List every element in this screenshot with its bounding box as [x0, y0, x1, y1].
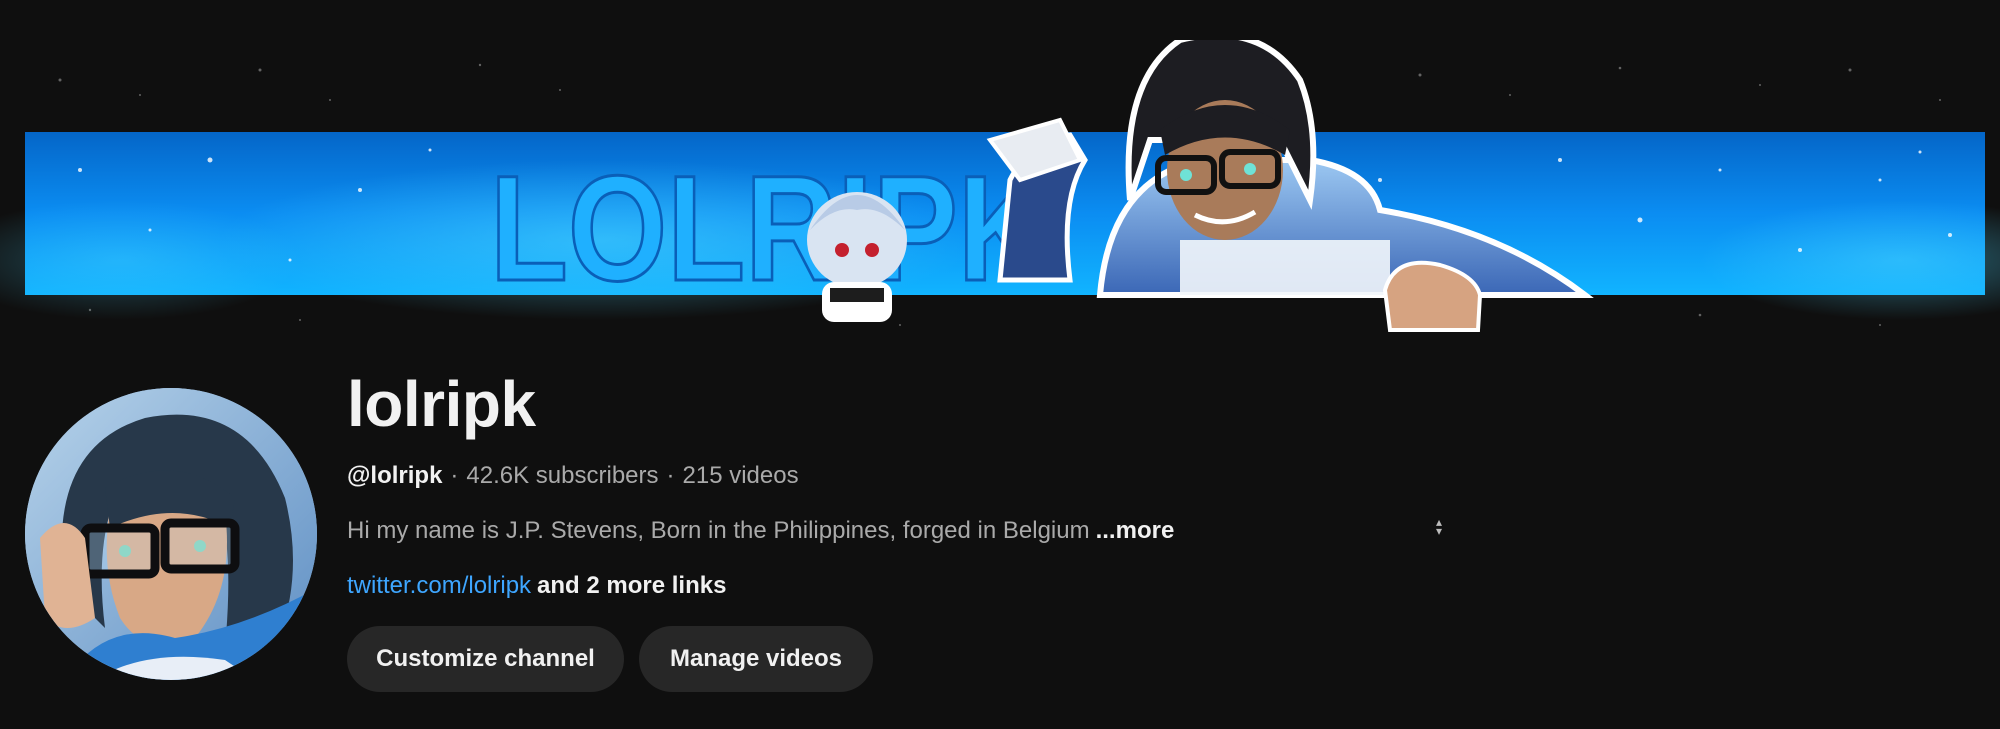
meta-separator: ·: [666, 462, 675, 489]
banner-wordmark: LOLRIPK: [490, 144, 1050, 312]
resize-handle-icon: ▴ ▾: [1435, 515, 1443, 538]
description-more-link[interactable]: ...more: [1096, 517, 1175, 544]
channel-banner: LOLRIPK: [0, 40, 2000, 350]
video-count: 215 videos: [682, 462, 799, 489]
channel-handle: @lolripk: [347, 462, 443, 489]
chibi-figure-art: [807, 192, 907, 322]
more-links-button[interactable]: and 2 more links: [537, 572, 726, 599]
customize-channel-button[interactable]: Customize channel: [347, 626, 624, 692]
subscriber-count: 42.6K subscribers: [466, 462, 659, 489]
channel-title: lolripk: [347, 368, 536, 440]
twitter-link[interactable]: twitter.com/lolripk: [347, 572, 531, 599]
manage-videos-button[interactable]: Manage videos: [639, 626, 873, 692]
meta-separator: ·: [450, 462, 459, 489]
channel-avatar[interactable]: [25, 388, 317, 680]
channel-meta-row: @lolripk · 42.6K subscribers · 215 videos: [347, 462, 799, 490]
channel-links-row: twitter.com/lolripk and 2 more links: [347, 572, 726, 600]
channel-description[interactable]: Hi my name is J.P. Stevens, Born in the …: [347, 517, 1174, 545]
description-text: Hi my name is J.P. Stevens, Born in the …: [347, 517, 1090, 544]
